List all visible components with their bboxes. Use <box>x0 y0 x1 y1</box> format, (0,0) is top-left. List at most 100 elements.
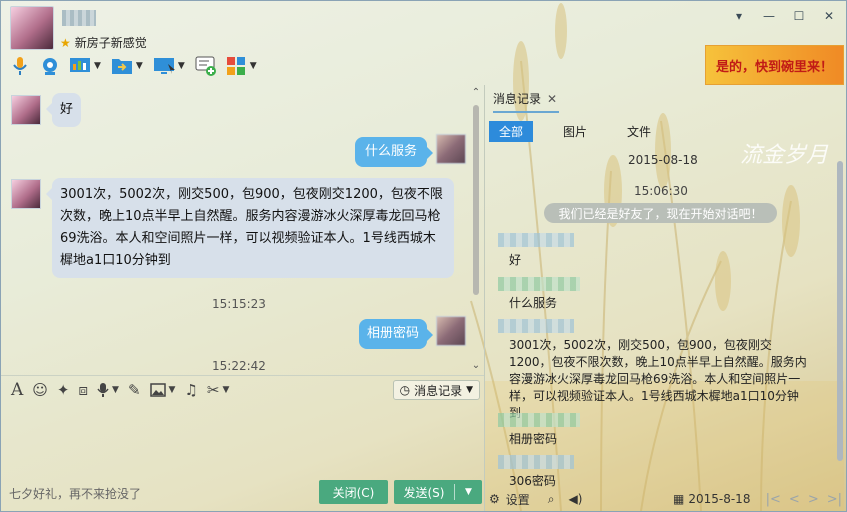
friend-notice: 我们已经是好友了，现在开始对话吧！ <box>544 203 777 223</box>
filter-images[interactable]: 图片 <box>553 121 597 142</box>
screen-share-icon[interactable] <box>69 55 91 77</box>
filter-all[interactable]: 全部 <box>489 121 534 142</box>
next-page-icon[interactable]: > <box>808 492 819 507</box>
history-pagination: |< < > >| <box>766 492 842 507</box>
history-message: 什么服务 <box>509 296 558 310</box>
chevron-up-icon[interactable]: ⌃ <box>470 87 482 98</box>
video-camera-icon[interactable] <box>39 55 61 77</box>
chevron-down-icon[interactable]: ▼ <box>169 385 176 395</box>
history-message: 3001次，5002次，刚交500，包900，包夜刚交1200，包夜不限次数，晚… <box>509 338 807 420</box>
date-label: 2015-8-18 <box>688 492 751 506</box>
contact-name-blurred[interactable] <box>62 10 96 26</box>
history-time: 15:06:30 <box>634 184 688 198</box>
avatar[interactable] <box>11 95 41 125</box>
send-button[interactable]: 发送(S) ▼ <box>394 480 482 504</box>
sender-name-blurred <box>498 413 580 427</box>
file-transfer-icon[interactable] <box>111 55 133 77</box>
edit-icon[interactable]: ✎ <box>128 381 141 399</box>
message-history-label: 消息记录 <box>414 383 463 398</box>
history-date-picker[interactable]: ▦ 2015-8-18 <box>673 492 750 506</box>
close-button[interactable]: 关闭(C) <box>319 480 388 504</box>
gear-icon[interactable]: ⚙ <box>489 492 500 506</box>
apps-icon[interactable] <box>225 55 247 77</box>
contact-avatar[interactable] <box>10 6 54 50</box>
scissors-icon[interactable]: ✂ <box>207 381 220 399</box>
promo-link[interactable]: 七夕好礼，再不来抢没了 <box>9 485 141 502</box>
message-history-panel: 消息记录 ✕ 全部 图片 文件 流金岁月 2015-08-18 15:06:30… <box>484 85 846 511</box>
chevron-down-icon[interactable]: ▼ <box>136 61 143 71</box>
scrollbar-thumb[interactable] <box>837 161 843 461</box>
history-message: 相册密码 <box>509 432 558 446</box>
font-icon[interactable]: A <box>11 380 23 400</box>
chat-bubble: 什么服务 <box>354 137 434 167</box>
message-time: 15:22:42 <box>212 359 266 373</box>
history-scrollbar[interactable] <box>835 153 845 487</box>
music-icon[interactable]: ♫ <box>184 381 197 399</box>
chevron-down-icon[interactable]: ▼ <box>94 61 101 71</box>
first-page-icon[interactable]: |< <box>766 492 781 507</box>
chevron-down-icon[interactable]: ▼ <box>178 61 185 71</box>
history-date: 2015-08-18 <box>628 153 698 167</box>
calendar-icon: ▦ <box>673 492 685 506</box>
clock-icon: ◷ <box>399 383 411 397</box>
history-message: 好 <box>509 253 522 267</box>
window-controls: ▾ — ☐ ✕ <box>730 7 838 25</box>
tab-message-history[interactable]: 消息记录 ✕ <box>493 85 560 113</box>
emoji-icon[interactable]: ☺ <box>32 381 48 399</box>
prev-page-icon[interactable]: < <box>789 492 800 507</box>
minimize-icon[interactable]: — <box>760 7 778 25</box>
sender-name-blurred <box>498 455 574 469</box>
chevron-down-icon[interactable]: ▾ <box>730 7 748 25</box>
chat-scrollbar[interactable]: ⌃ ⌄ <box>470 87 482 371</box>
chat-bubble: 好 <box>45 93 82 127</box>
close-icon[interactable]: ✕ <box>820 7 838 25</box>
add-chat-icon[interactable] <box>195 55 217 77</box>
speaker-icon[interactable]: ◀) <box>569 492 583 506</box>
history-footer: ⚙ 设置 ⌕ ◀) ▦ 2015-8-18 |< < > >| <box>485 487 846 511</box>
ad-banner[interactable]: 是的，快到碗里来！ <box>705 45 844 85</box>
chat-bubble: 3001次，5002次，刚交500，包900，包夜刚交1200，包夜不限次数，晚… <box>46 178 454 278</box>
message-time: 15:15:23 <box>212 297 266 311</box>
history-message: 306密码 <box>509 474 556 487</box>
screenshot-icon[interactable]: ⧈ <box>79 381 89 399</box>
avatar[interactable] <box>436 316 466 346</box>
chevron-down-icon[interactable]: ▼ <box>455 487 482 497</box>
sender-name-blurred <box>498 233 574 247</box>
main-toolbar: ▼ ▼ ▼ ▼ <box>9 55 259 77</box>
message-input[interactable] <box>1 403 484 479</box>
signature-text: 新房子新感觉 <box>74 36 147 50</box>
microphone-icon[interactable] <box>9 55 31 77</box>
chevron-down-icon[interactable]: ▼ <box>112 385 119 395</box>
contact-signature: ★ 新房子新感觉 <box>60 34 147 51</box>
image-icon[interactable] <box>149 382 166 397</box>
chevron-down-icon: ▼ <box>466 385 473 395</box>
filter-files[interactable]: 文件 <box>617 121 661 142</box>
send-button-label[interactable]: 发送(S) <box>394 484 454 501</box>
history-tabbar: 消息记录 ✕ <box>485 85 846 113</box>
search-icon[interactable]: ⌕ <box>548 492 555 507</box>
sender-name-blurred <box>498 277 580 291</box>
last-page-icon[interactable]: >| <box>827 492 842 507</box>
chat-window: ★ 新房子新感觉 ▾ — ☐ ✕ ▼ ▼ ▼ ▼ 是的，快到碗里来！ 好 什么服… <box>0 0 847 512</box>
input-toolbar: A ☺ ✦ ⧈ ▼ ✎ ▼ ♫ ✂ ▼ ◷ 消息记录 ▼ <box>1 375 484 403</box>
avatar[interactable] <box>11 179 41 209</box>
avatar[interactable] <box>436 134 466 164</box>
chat-messages: 好 什么服务 3001次，5002次，刚交500，包900，包夜刚交1200，包… <box>1 85 484 374</box>
remote-desktop-icon[interactable] <box>153 55 175 77</box>
skin-watermark: 流金岁月 <box>739 143 828 168</box>
chevron-down-icon[interactable]: ▼ <box>250 61 257 71</box>
voice-icon[interactable] <box>97 382 109 398</box>
sender-name-blurred <box>498 319 574 333</box>
close-icon[interactable]: ✕ <box>547 85 557 113</box>
message-history-button[interactable]: ◷ 消息记录 ▼ <box>392 380 480 400</box>
tab-label: 消息记录 <box>493 92 542 106</box>
shake-icon[interactable]: ✦ <box>57 381 70 399</box>
chevron-down-icon[interactable]: ⌄ <box>470 360 482 371</box>
maximize-icon[interactable]: ☐ <box>790 7 808 25</box>
scrollbar-thumb[interactable] <box>473 105 479 295</box>
chat-bubble: 相册密码 <box>358 319 434 349</box>
chevron-down-icon[interactable]: ▼ <box>223 385 230 395</box>
star-icon: ★ <box>60 35 71 50</box>
history-filter: 全部 图片 文件 <box>489 121 661 142</box>
settings-label[interactable]: 设置 <box>506 491 530 508</box>
